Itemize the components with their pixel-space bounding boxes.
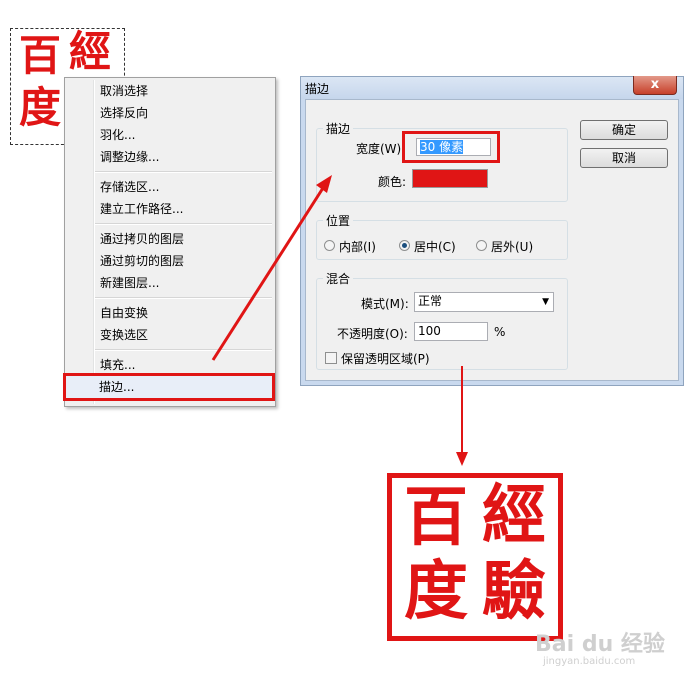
arrow-to-dialog <box>211 187 325 361</box>
watermark-brand: Bai du 经验 <box>535 632 665 657</box>
arrowhead-up-icon <box>316 175 332 193</box>
seal-char-du: 度 <box>404 554 468 629</box>
result-seal: 百 經 度 驗 <box>387 473 563 641</box>
watermark-url: jingyan.baidu.com <box>543 656 636 667</box>
seal-char-jing: 經 <box>482 478 546 553</box>
annotation-arrows <box>211 175 468 466</box>
baidu-watermark: Bai du 经验 jingyan.baidu.com <box>535 626 665 670</box>
seal-char-yan: 驗 <box>482 554 546 629</box>
seal-char-bai: 百 <box>404 480 468 555</box>
arrowhead-down-icon <box>456 452 468 466</box>
